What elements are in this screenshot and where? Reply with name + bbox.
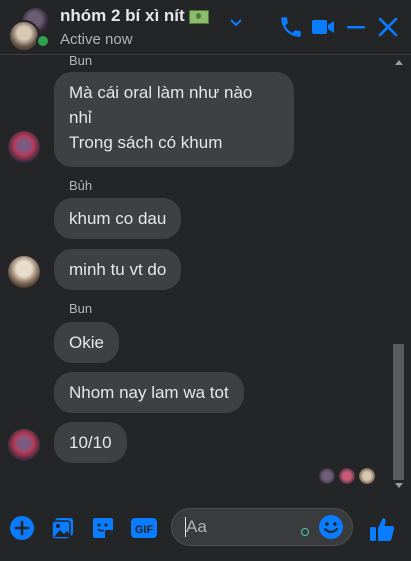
emoji-icon <box>319 515 343 539</box>
attach-image-button[interactable] <box>50 515 76 541</box>
message-line: nhỉ <box>69 108 92 127</box>
close-button[interactable] <box>375 14 401 40</box>
avatar[interactable] <box>8 131 40 163</box>
chevron-down-icon[interactable] <box>229 16 243 30</box>
member-avatar <box>8 20 40 52</box>
image-icon <box>51 518 73 540</box>
like-icon <box>370 518 395 541</box>
more-actions-button[interactable] <box>9 515 35 541</box>
gif-icon: GIF <box>131 518 157 538</box>
svg-text:GIF: GIF <box>135 524 154 536</box>
minimize-icon <box>347 26 365 29</box>
minimize-button[interactable] <box>343 14 369 40</box>
seen-avatar <box>358 467 376 485</box>
emoji-button[interactable] <box>318 514 344 540</box>
grammar-indicator-icon <box>301 528 309 536</box>
active-status: Active now <box>60 31 133 48</box>
sticker-button[interactable] <box>90 515 116 541</box>
scroll-down-arrow-icon[interactable] <box>395 483 403 488</box>
avatar[interactable] <box>8 256 40 288</box>
message-input[interactable] <box>186 516 296 538</box>
sender-name: Bun <box>69 301 93 316</box>
message-bubble[interactable]: khum co dau <box>54 198 182 239</box>
message-bubble[interactable]: 10/10 <box>54 422 127 463</box>
scroll-up-arrow-icon[interactable] <box>395 60 403 65</box>
video-call-button[interactable] <box>310 14 336 40</box>
message-bubble[interactable]: Okie <box>54 322 119 363</box>
message-bubble[interactable]: minh tu vt do <box>54 249 182 290</box>
voice-call-button[interactable] <box>278 14 304 40</box>
send-like-button[interactable] <box>368 515 396 543</box>
message-list[interactable]: Bun Mà cái oral làm như nào nhỉ Trong sá… <box>0 55 390 493</box>
plus-icon <box>10 516 34 540</box>
seen-avatar <box>318 467 336 485</box>
video-camera-icon <box>312 20 334 34</box>
gif-button[interactable]: GIF <box>130 515 158 541</box>
banknote-emoji-icon <box>188 9 209 24</box>
phone-icon <box>281 17 301 37</box>
composer: GIF <box>0 495 411 561</box>
message-bubble[interactable]: Mà cái oral làm như nào nhỉ Trong sách c… <box>54 72 294 167</box>
chat-header: nhóm 2 bí xì nít Active now <box>0 0 411 55</box>
online-indicator <box>36 34 50 48</box>
group-avatar[interactable] <box>8 6 52 52</box>
scrollbar-thumb[interactable] <box>393 344 404 480</box>
message-input-wrapper[interactable] <box>171 508 353 546</box>
message-bubble[interactable]: Nhom nay lam wa tot <box>54 372 244 413</box>
conversation-title[interactable]: nhóm 2 bí xì nít <box>60 6 209 26</box>
sticker-icon <box>93 518 113 538</box>
sender-name: Bun <box>69 55 93 68</box>
message-line: Mà cái oral làm như nào <box>69 83 253 102</box>
sender-name: Bủh <box>69 178 93 193</box>
message-line: Trong sách có khum <box>69 133 223 152</box>
avatar[interactable] <box>8 429 40 461</box>
seen-avatar <box>338 467 356 485</box>
close-icon <box>378 17 398 37</box>
